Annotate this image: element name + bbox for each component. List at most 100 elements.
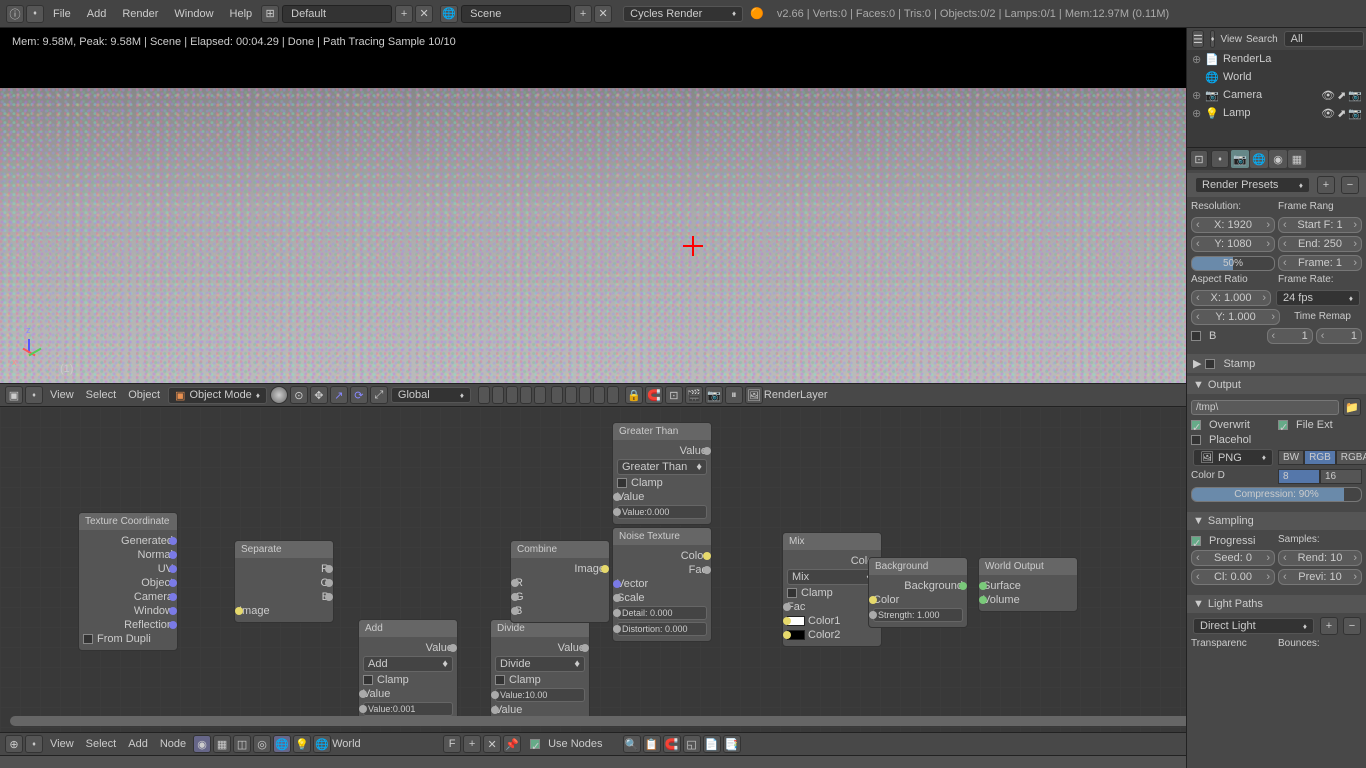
- tab-world[interactable]: ◉: [1269, 150, 1287, 168]
- node-background[interactable]: Background Background Color Strength: 1.…: [868, 557, 968, 628]
- res-y-field[interactable]: ‹Y: 1080›: [1191, 236, 1275, 252]
- node-header[interactable]: Noise Texture: [613, 528, 711, 545]
- remap1-field[interactable]: ‹1: [1267, 328, 1313, 344]
- copy-icon[interactable]: 📋: [643, 735, 661, 753]
- output-path-field[interactable]: /tmp\: [1191, 400, 1339, 415]
- lock-icon[interactable]: 🔒: [625, 386, 643, 404]
- layout-del-icon[interactable]: ✕: [415, 5, 433, 23]
- mix-mode-dropdown[interactable]: Mix♦: [787, 569, 877, 585]
- scene-add-icon[interactable]: +: [574, 5, 592, 23]
- value-field[interactable]: Value:0.000: [617, 505, 707, 519]
- math-mode-dropdown[interactable]: Add♦: [363, 656, 453, 672]
- detail-field[interactable]: Detail: 0.000: [617, 606, 707, 620]
- zoom-fit-icon[interactable]: 🔍: [623, 735, 641, 753]
- outliner-editor-icon[interactable]: ☰: [1192, 30, 1204, 48]
- shading-icon[interactable]: [270, 386, 288, 404]
- node-header[interactable]: Add: [359, 620, 457, 637]
- world-del-icon[interactable]: ✕: [483, 735, 501, 753]
- panel-stamp[interactable]: ▶Stamp: [1187, 354, 1366, 373]
- fake-user-icon[interactable]: F: [443, 735, 461, 753]
- node-separate-rgb[interactable]: Separate R G B Image: [234, 540, 334, 623]
- renderlayer-browse-icon[interactable]: 🖼: [745, 386, 763, 404]
- snap-element-icon[interactable]: ◱: [683, 735, 701, 753]
- tab-scene[interactable]: 🌐: [1250, 150, 1268, 168]
- color-mode-buttons[interactable]: BW RGB RGBA: [1278, 450, 1366, 465]
- seed-field[interactable]: ‹Seed: 0›: [1191, 550, 1275, 566]
- compression-slider[interactable]: Compression: 90%: [1191, 487, 1362, 502]
- editor-type-icon[interactable]: ⊕: [5, 735, 23, 753]
- node-header[interactable]: Background: [869, 558, 967, 575]
- panel-dimensions[interactable]: Render Presets♦ + −: [1187, 173, 1366, 197]
- viewport-3d[interactable]: Mem: 9.58M, Peak: 9.58M | Scene | Elapse…: [0, 28, 1366, 383]
- menu-add-nodes[interactable]: Add: [122, 738, 154, 750]
- layout-add-icon[interactable]: +: [395, 5, 413, 23]
- menu-file[interactable]: File: [45, 8, 79, 20]
- pause-icon[interactable]: ⏸: [725, 386, 743, 404]
- node-mix-rgb[interactable]: Mix Color Mix♦ Clamp Fac Color1 Color2: [782, 532, 882, 647]
- paste-nodes-icon[interactable]: 📑: [723, 735, 741, 753]
- use-nodes-checkbox[interactable]: ✓: [530, 739, 540, 749]
- render-icon[interactable]: 📷: [1348, 107, 1362, 120]
- outliner-search[interactable]: Search: [1246, 34, 1278, 45]
- file-ext-checkbox[interactable]: ✓: [1278, 420, 1288, 430]
- menu-object-3d[interactable]: Object: [122, 389, 166, 401]
- copy-nodes-icon[interactable]: 📄: [703, 735, 721, 753]
- layout-browse-icon[interactable]: ⊞: [261, 5, 279, 23]
- orientation-dropdown[interactable]: Global♦: [391, 387, 471, 403]
- progressive-checkbox[interactable]: ✓: [1191, 536, 1201, 546]
- light-preset-dropdown[interactable]: Direct Light♦: [1193, 618, 1314, 634]
- preset-add-icon[interactable]: +: [1320, 617, 1338, 635]
- clamp-field[interactable]: ‹Cl: 0.00›: [1191, 569, 1275, 585]
- stamp-checkbox[interactable]: [1205, 359, 1215, 369]
- snap-toggle-icon[interactable]: 🧲: [663, 735, 681, 753]
- res-pct-slider[interactable]: 50%: [1191, 256, 1275, 271]
- panel-output[interactable]: ▼Output: [1187, 376, 1366, 394]
- scale-icon[interactable]: ⤢: [370, 386, 388, 404]
- placeholder-checkbox[interactable]: [1191, 435, 1201, 445]
- collapse-menus-icon[interactable]: ♦: [1210, 30, 1216, 48]
- start-frame-field[interactable]: ‹Start F: 1›: [1278, 217, 1362, 233]
- info-icon[interactable]: ⓘ: [6, 5, 24, 23]
- compositor-tree-icon[interactable]: ▦: [213, 735, 231, 753]
- node-header[interactable]: Combine: [511, 541, 609, 558]
- render-still-icon[interactable]: 📷: [705, 386, 723, 404]
- render-samples-field[interactable]: ‹Rend: 10›: [1278, 550, 1362, 566]
- manipulator-toggle-icon[interactable]: ✥: [310, 386, 328, 404]
- scene-field[interactable]: Scene: [461, 5, 571, 23]
- menu-node[interactable]: Node: [154, 738, 192, 750]
- render-anim-icon[interactable]: 🎬: [685, 386, 703, 404]
- node-texture-coordinate[interactable]: Texture Coordinate Generated Normal UV O…: [78, 512, 178, 651]
- node-math-divide[interactable]: Divide Value Divide♦ Clamp Value:10.00 V…: [490, 619, 590, 722]
- world-field[interactable]: World: [332, 738, 442, 750]
- outliner[interactable]: ☰ ♦ View Search All ⊕📄RenderLa 🌐World ⊕📷…: [1187, 28, 1366, 148]
- renderlayer-field[interactable]: RenderLayer: [764, 389, 864, 401]
- outliner-item-lamp[interactable]: ⊕💡Lamp👁⬈📷: [1187, 104, 1366, 122]
- snap-icon[interactable]: 🧲: [645, 386, 663, 404]
- editor-type-icon[interactable]: ▣: [5, 386, 23, 404]
- math-mode-dropdown[interactable]: Divide♦: [495, 656, 585, 672]
- world-add-icon[interactable]: +: [463, 735, 481, 753]
- node-header[interactable]: Separate: [235, 541, 333, 558]
- rotate-icon[interactable]: ⟳: [350, 386, 368, 404]
- distortion-field[interactable]: Distortion: 0.000: [617, 622, 707, 636]
- outliner-filter-dropdown[interactable]: All: [1284, 31, 1364, 47]
- preset-del-icon[interactable]: −: [1343, 617, 1361, 635]
- pivot-icon[interactable]: ⊙: [290, 386, 308, 404]
- scene-del-icon[interactable]: ✕: [594, 5, 612, 23]
- border-checkbox[interactable]: [1191, 331, 1201, 341]
- splash-dropdown[interactable]: ♦: [26, 5, 44, 23]
- remap2-field[interactable]: ‹1: [1316, 328, 1362, 344]
- color-depth-buttons[interactable]: 8 16: [1278, 469, 1362, 484]
- props-editor-icon[interactable]: ⊡: [1190, 150, 1208, 168]
- world-shader-icon[interactable]: 🌐: [273, 735, 291, 753]
- tab-render[interactable]: 📷: [1231, 150, 1249, 168]
- layout-field[interactable]: Default: [282, 5, 392, 23]
- cursor-icon[interactable]: ⬈: [1337, 107, 1346, 120]
- outliner-view[interactable]: View: [1220, 34, 1242, 45]
- aspect-y-field[interactable]: ‹Y: 1.000›: [1191, 309, 1280, 325]
- object-shader-icon[interactable]: ◎: [253, 735, 271, 753]
- scene-browse-icon[interactable]: 🌐: [440, 5, 458, 23]
- node-combine-rgb[interactable]: Combine Image R G B: [510, 540, 610, 623]
- engine-dropdown[interactable]: Cycles Render♦: [623, 6, 743, 22]
- node-header[interactable]: Greater Than: [613, 423, 711, 440]
